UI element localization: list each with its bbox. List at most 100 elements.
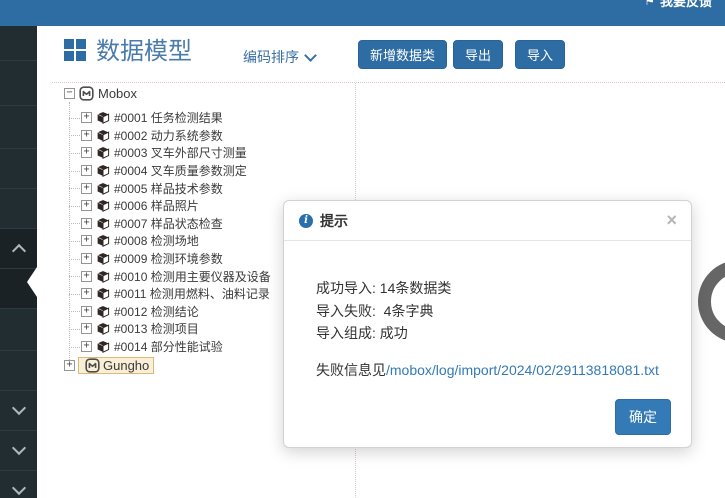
- sidebar-item[interactable]: [0, 26, 37, 60]
- tree-item-label: #0010 检测用主要仪器及设备: [114, 268, 271, 285]
- expand-toggle-icon[interactable]: +: [81, 288, 92, 299]
- cube-icon: [96, 287, 110, 300]
- tree-item-label: #0014 部分性能试验: [114, 338, 223, 355]
- tree-item[interactable]: + #0014 部分性能试验: [81, 338, 271, 356]
- tree-item[interactable]: + #0008 检测场地: [81, 232, 271, 250]
- sidebar-item[interactable]: [0, 148, 37, 188]
- import-button[interactable]: 导入: [515, 40, 565, 69]
- expand-toggle-icon[interactable]: +: [81, 200, 92, 211]
- cube-icon: [96, 199, 110, 212]
- chevron-up-icon: [11, 244, 25, 258]
- feedback-link[interactable]: ⚑ 我要反馈: [644, 0, 712, 10]
- dialog-header: i 提示 ×: [284, 201, 691, 241]
- tree-item[interactable]: + #0003 叉车外部尺寸测量: [81, 144, 271, 162]
- sidebar-collapse-handle[interactable]: [27, 267, 37, 297]
- tree-root-label[interactable]: Gungho: [103, 358, 149, 373]
- mobox-logo-icon: [79, 86, 94, 101]
- expand-toggle-icon[interactable]: +: [81, 218, 92, 229]
- sidebar-expand-3[interactable]: [0, 470, 37, 498]
- sidebar-expand-2[interactable]: [0, 430, 37, 470]
- tree-item-label: #0005 样品技术参数: [114, 180, 223, 197]
- export-button[interactable]: 导出: [453, 40, 503, 69]
- expand-toggle-icon[interactable]: +: [81, 341, 92, 352]
- expand-toggle-icon[interactable]: +: [81, 235, 92, 246]
- sidebar-item[interactable]: [0, 60, 37, 105]
- cube-icon: [96, 340, 110, 353]
- tree-root-label[interactable]: Mobox: [98, 86, 137, 101]
- tree-item-label: #0006 样品照片: [114, 197, 199, 214]
- expand-toggle-icon[interactable]: +: [81, 253, 92, 264]
- tree-item-label: #0007 样品状态检查: [114, 215, 223, 232]
- cube-icon: [96, 164, 110, 177]
- floating-widget-ring[interactable]: [698, 260, 725, 343]
- expand-toggle-icon[interactable]: +: [81, 165, 92, 176]
- cube-icon: [96, 305, 110, 318]
- confirm-button[interactable]: 确定: [615, 399, 671, 435]
- info-icon: i: [299, 214, 313, 228]
- import-success-line: 成功导入: 14条数据类: [316, 277, 659, 300]
- selected-node[interactable]: Gungho: [78, 357, 154, 374]
- import-failed-line: 导入失败: 4条字典: [316, 300, 659, 323]
- cube-icon: [96, 270, 110, 283]
- fail-info-prefix: 失败信息见: [316, 362, 386, 378]
- collapse-toggle-icon[interactable]: −: [64, 88, 75, 99]
- sidebar: [0, 26, 37, 498]
- chevron-down-icon: [11, 481, 25, 495]
- tree-item[interactable]: + #0001 任务检测结果: [81, 109, 271, 127]
- tree-item[interactable]: + #0004 叉车质量参数测定: [81, 162, 271, 180]
- tree-item[interactable]: + #0012 检测结论: [81, 303, 271, 321]
- feedback-label: 我要反馈: [660, 0, 712, 10]
- expand-toggle-icon[interactable]: +: [81, 147, 92, 158]
- cube-icon: [96, 111, 110, 124]
- tree-item-label: #0004 叉车质量参数测定: [114, 162, 247, 179]
- sort-label: 编码排序: [243, 47, 299, 67]
- tree-item[interactable]: + #0010 检测用主要仪器及设备: [81, 267, 271, 285]
- flag-icon: ⚑: [644, 0, 655, 8]
- tree-item[interactable]: + #0009 检测环境参数: [81, 250, 271, 268]
- dialog-title: 提示: [320, 211, 348, 231]
- expand-toggle-icon[interactable]: +: [81, 271, 92, 282]
- expand-toggle-icon[interactable]: +: [81, 112, 92, 123]
- topbar: ⚑ 我要反馈: [0, 0, 725, 26]
- expand-toggle-icon[interactable]: +: [81, 306, 92, 317]
- sidebar-scroll-up[interactable]: [0, 228, 37, 268]
- cube-icon: [96, 217, 110, 230]
- expand-toggle-icon[interactable]: +: [81, 130, 92, 141]
- sidebar-expand-1[interactable]: [0, 390, 37, 430]
- expand-toggle-icon[interactable]: +: [64, 360, 75, 371]
- add-dataclass-button[interactable]: 新增数据类: [358, 40, 447, 69]
- tree-item[interactable]: + #0002 动力系统参数: [81, 127, 271, 145]
- cube-icon: [96, 234, 110, 247]
- tree-item-label: #0009 检测环境参数: [114, 250, 223, 267]
- tree-root-gungho[interactable]: + Gungho: [64, 357, 154, 374]
- cube-icon: [96, 322, 110, 335]
- expand-toggle-icon[interactable]: +: [81, 323, 92, 334]
- close-icon[interactable]: ×: [666, 211, 677, 229]
- sidebar-item[interactable]: [0, 188, 37, 228]
- sort-dropdown[interactable]: 编码排序: [243, 47, 315, 67]
- tree-item[interactable]: + #0013 检测项目: [81, 320, 271, 338]
- tree-item[interactable]: + #0005 样品技术参数: [81, 179, 271, 197]
- chevron-down-icon: [11, 441, 25, 455]
- tree-item-label: #0011 检测用燃料、油料记录: [114, 285, 270, 302]
- cube-icon: [96, 146, 110, 159]
- tree-item-label: #0013 检测项目: [114, 320, 199, 337]
- cube-icon: [96, 182, 110, 195]
- sidebar-item[interactable]: [0, 350, 37, 390]
- caret-down-icon: [304, 49, 317, 62]
- tree-item-label: #0002 动力系统参数: [114, 127, 223, 144]
- tree-children: + #0001 任务检测结果 + #0002 动力系统参数 + #0003 叉车…: [81, 109, 271, 355]
- sidebar-item[interactable]: [0, 308, 37, 350]
- tree-item[interactable]: + #0006 样品照片: [81, 197, 271, 215]
- tree-item-label: #0012 检测结论: [114, 303, 199, 320]
- tree-item-label: #0003 叉车外部尺寸测量: [114, 144, 247, 161]
- tree-item[interactable]: + #0011 检测用燃料、油料记录: [81, 285, 271, 303]
- log-file-link[interactable]: /mobox/log/import/2024/02/29113818081.tx…: [386, 362, 659, 378]
- dialog-body: 成功导入: 14条数据类 导入失败: 4条字典 导入组成: 成功 失败信息见/m…: [284, 241, 691, 381]
- page: ⚑ 我要反馈 数据模型 编码排序 新增数据类 导出 导: [0, 0, 725, 498]
- chevron-down-icon: [11, 401, 25, 415]
- tree-item[interactable]: + #0007 样品状态检查: [81, 215, 271, 233]
- sidebar-item[interactable]: [0, 105, 37, 148]
- expand-toggle-icon[interactable]: +: [81, 183, 92, 194]
- tree-root-mobox[interactable]: − Mobox: [64, 86, 137, 101]
